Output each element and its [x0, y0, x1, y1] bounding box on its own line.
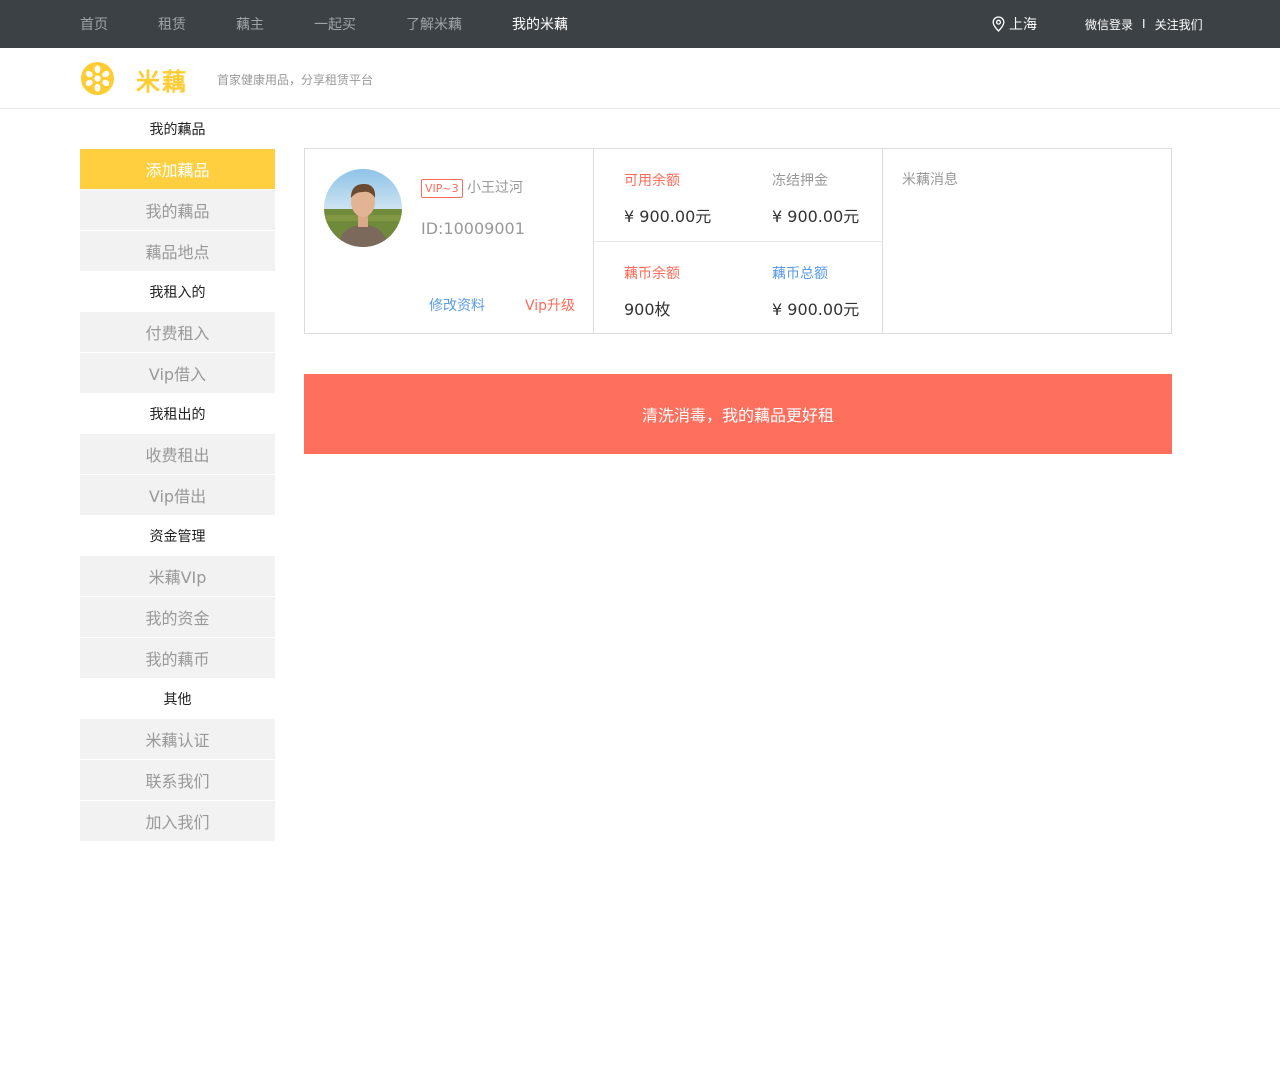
available-balance: 可用余额 ¥ 900.00元 — [624, 170, 711, 227]
sidebar-item-add-product[interactable]: 添加藕品 — [80, 149, 275, 189]
username: 小王过河 — [467, 180, 523, 196]
sidebar-group-title: 我租出的 — [149, 407, 206, 423]
sidebar-item-paid-rent-out[interactable]: 收费租出 — [80, 434, 275, 474]
edit-profile-link[interactable]: 修改资料 — [429, 295, 485, 315]
follow-us-link[interactable]: 关注我们 — [1155, 16, 1203, 33]
site-slogan: 首家健康用品，分享租赁平台 — [217, 73, 374, 87]
account-overview-card: VIP~3 小王过河 ID:10009001 修改资料 Vip升级 可用余额 ¥… — [304, 148, 1172, 334]
cleaning-promo-banner[interactable]: 清洗消毒，我的藕品更好租 — [304, 374, 1172, 454]
frozen-deposit-label: 冻结押金 — [772, 173, 828, 189]
coin-row: 藕币余额 900枚 藕币总额 ¥ 900.00元 — [594, 242, 883, 334]
available-balance-label: 可用余额 — [624, 173, 680, 189]
sidebar-item-my-products[interactable]: 我的藕品 — [80, 190, 275, 230]
coin-total-value: ¥ 900.00元 — [772, 300, 860, 319]
coin-balance-value: 900枚 — [624, 300, 671, 319]
coin-total: 藕币总额 ¥ 900.00元 — [772, 263, 859, 320]
sidebar-item-vip[interactable]: 米藕VIp — [80, 556, 275, 596]
messages-title: 米藕消息 — [902, 172, 958, 188]
vip-upgrade-link[interactable]: Vip升级 — [525, 295, 575, 315]
frozen-deposit: 冻结押金 ¥ 900.00元 — [772, 170, 859, 227]
balance-row: 可用余额 ¥ 900.00元 冻结押金 ¥ 900.00元 — [594, 149, 883, 242]
sidebar-item-vip-lend-out[interactable]: Vip借出 — [80, 475, 275, 515]
main-nav: 首页 租赁 藕主 一起买 了解米藕 我的米藕 — [80, 0, 618, 48]
account-sidebar: 我的藕品 添加藕品 我的藕品 藕品地点 我租入的 付费租入 Vip借入 我租出的… — [80, 109, 275, 842]
balance-panel: 可用余额 ¥ 900.00元 冻结押金 ¥ 900.00元 藕币余额 900枚 … — [594, 149, 883, 333]
user-profile-panel: VIP~3 小王过河 ID:10009001 修改资料 Vip升级 — [305, 149, 594, 333]
location-selector[interactable]: 上海 — [992, 0, 1037, 48]
nav-my-account[interactable]: 我的米藕 — [512, 14, 568, 34]
coin-total-label: 藕币总额 — [772, 266, 828, 282]
sidebar-item-vip-borrow-in[interactable]: Vip借入 — [80, 353, 275, 393]
sidebar-item-contact-us[interactable]: 联系我们 — [80, 760, 275, 800]
user-id: ID:10009001 — [421, 219, 525, 238]
site-header: 米藕 首家健康用品，分享租赁平台 — [0, 48, 1280, 109]
sidebar-item-certification[interactable]: 米藕认证 — [80, 719, 275, 759]
frozen-deposit-value: ¥ 900.00元 — [772, 207, 860, 226]
avatar[interactable] — [324, 169, 402, 247]
sidebar-item-paid-rent-in[interactable]: 付费租入 — [80, 312, 275, 352]
nav-home[interactable]: 首页 — [80, 14, 108, 34]
coin-balance-label: 藕币余额 — [624, 266, 680, 282]
sidebar-item-my-funds[interactable]: 我的资金 — [80, 597, 275, 637]
nav-about[interactable]: 了解米藕 — [406, 14, 462, 34]
auth-links: 微信登录 I 关注我们 — [1085, 0, 1203, 48]
logo-text[interactable]: 米藕 — [136, 62, 188, 97]
sidebar-group-title: 我的藕品 — [149, 122, 206, 138]
location-city: 上海 — [1009, 17, 1037, 33]
sidebar-item-my-coins[interactable]: 我的藕币 — [80, 638, 275, 678]
vip-level-badge: VIP~3 — [421, 179, 463, 198]
available-balance-value: ¥ 900.00元 — [624, 207, 712, 226]
coin-balance: 藕币余额 900枚 — [624, 263, 680, 320]
auth-separator: I — [1142, 17, 1146, 31]
location-pin-icon — [992, 16, 1005, 32]
sidebar-group-title: 其他 — [163, 692, 192, 708]
top-navigation-bar: 首页 租赁 藕主 一起买 了解米藕 我的米藕 上海 微信登录 I 关注我们 — [0, 0, 1280, 48]
nav-owner[interactable]: 藕主 — [236, 14, 264, 34]
sidebar-group-title: 我租入的 — [149, 285, 206, 301]
sidebar-group-title: 资金管理 — [149, 529, 206, 545]
messages-panel: 米藕消息 — [883, 149, 1171, 333]
sidebar-item-product-locations[interactable]: 藕品地点 — [80, 231, 275, 271]
nav-rent[interactable]: 租赁 — [158, 14, 186, 34]
sidebar-item-join-us[interactable]: 加入我们 — [80, 801, 275, 841]
nav-group-buy[interactable]: 一起买 — [314, 14, 356, 34]
wechat-login-link[interactable]: 微信登录 — [1085, 16, 1133, 33]
lotus-root-logo-icon[interactable] — [80, 61, 115, 96]
